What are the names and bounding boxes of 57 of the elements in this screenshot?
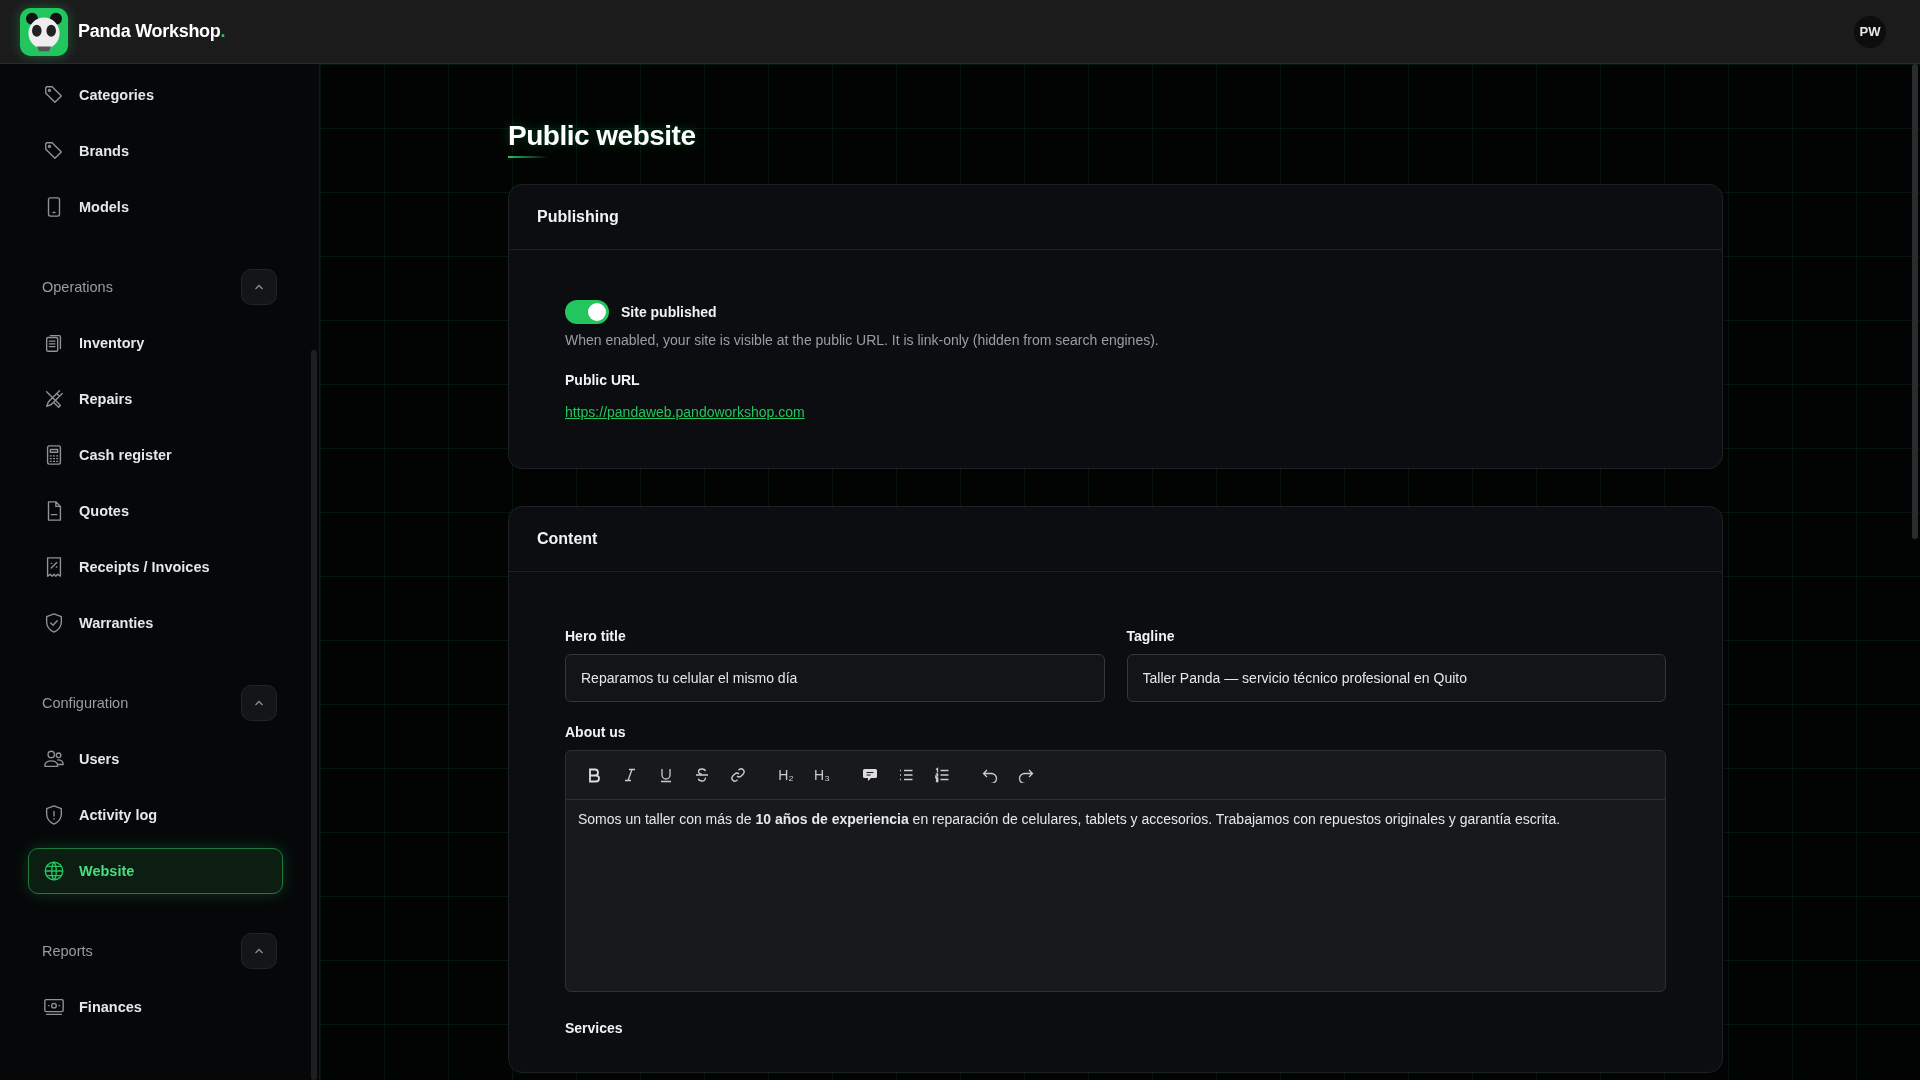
card-title: Content xyxy=(509,507,1722,572)
field-label: Public URL xyxy=(565,372,641,388)
shield-check-icon xyxy=(43,612,65,634)
tag-icon xyxy=(43,84,65,106)
link-icon xyxy=(730,767,746,783)
help-text: When enabled, your site is visible at the public URL. It is link-only (hidden from search engines). xyxy=(565,332,1160,348)
nav-item[interactable]: Receipts / Invoices xyxy=(28,544,283,590)
about-text: Somos un taller con más de 10 años de experiencia en reparación de celulares, tablets y accesorios. Trabajamos con repuestos originales y garantía escrita. xyxy=(577,810,1562,829)
nav-item[interactable]: Brands xyxy=(28,128,283,174)
toggle-label: Site published xyxy=(621,304,717,320)
field-label: Services xyxy=(565,1020,624,1036)
nav-item[interactable]: Website xyxy=(28,848,283,894)
page-title: Public website xyxy=(508,120,696,152)
text-field[interactable]: Taller Panda — servicio técnico profesional en Quito xyxy=(1126,654,1666,702)
section-label: Reports xyxy=(42,943,93,959)
nav-item[interactable]: Models xyxy=(28,184,283,230)
brand-name: Panda Workshop. xyxy=(78,21,226,42)
nav-item[interactable]: Categories xyxy=(28,72,283,118)
nav-item[interactable]: Repairs xyxy=(28,376,283,422)
tools-icon xyxy=(43,388,65,410)
strikethrough-icon xyxy=(694,767,710,783)
heading-button[interactable]: H₃ xyxy=(806,759,838,791)
nav-item[interactable]: Warranties xyxy=(28,600,283,646)
users-icon xyxy=(43,748,65,770)
tag-icon xyxy=(43,140,65,162)
bullet-list-icon xyxy=(898,767,914,783)
redo-icon xyxy=(1018,767,1034,783)
globe-icon xyxy=(43,860,65,882)
text-field[interactable]: Reparamos tu celular el mismo día xyxy=(565,654,1105,702)
rich-text-editor[interactable]: H₂ H₃ Somos un taller con más de 10 años de experiencia en reparación de celulares, tablets y accesorios. Trabajamos con repuestos originales y garantía escrita. xyxy=(565,750,1666,992)
nav-item[interactable]: Activity log xyxy=(28,792,283,838)
card-title: Publishing xyxy=(509,185,1722,250)
numbered-list-icon xyxy=(934,767,950,783)
nav-item[interactable]: Users xyxy=(28,736,283,782)
shield-alert-icon xyxy=(43,804,65,826)
field-label: Hero title xyxy=(565,628,627,644)
nav-item[interactable]: Inventory xyxy=(28,320,283,366)
scrollbar[interactable] xyxy=(311,350,317,1080)
section-label: Operations xyxy=(42,279,113,295)
public-url-link[interactable]: https://pandaweb.pandoworkshop.com xyxy=(565,404,805,420)
banknote-icon xyxy=(43,996,65,1018)
toggle-switch[interactable] xyxy=(565,300,609,324)
nav-item[interactable]: Quotes xyxy=(28,488,283,534)
field-label: About us xyxy=(565,724,627,740)
nav-item[interactable]: Cash register xyxy=(28,432,283,478)
field-label: Tagline xyxy=(1126,628,1176,644)
bold-icon xyxy=(586,767,602,783)
user-avatar[interactable]: PW xyxy=(1854,15,1886,48)
undo-icon xyxy=(982,767,998,783)
section-label: Configuration xyxy=(42,695,129,711)
italic-icon xyxy=(622,767,638,783)
nav-item[interactable]: Finances xyxy=(28,984,283,1030)
scrollbar[interactable] xyxy=(1912,64,1918,539)
panda-logo xyxy=(20,7,68,56)
underline-icon xyxy=(658,767,674,783)
speech-bubble-icon xyxy=(862,767,878,783)
heading-button[interactable]: H₂ xyxy=(770,759,802,791)
